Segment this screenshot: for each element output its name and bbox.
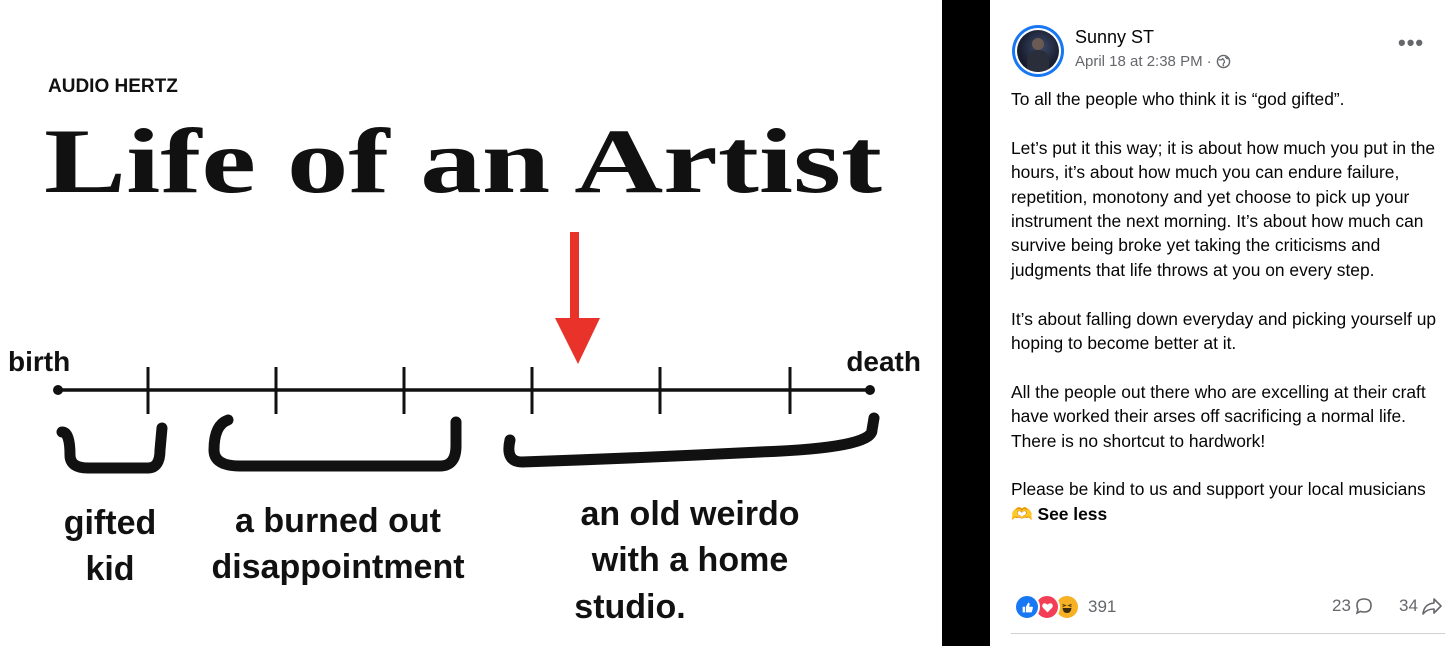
reactions-summary[interactable]: 391	[1014, 594, 1116, 620]
post-meta: April 18 at 2:38 PM ·	[1075, 53, 1231, 70]
group-label-line: kid	[85, 550, 134, 588]
timeline-end-dot	[865, 385, 875, 395]
timeline	[53, 367, 875, 414]
divider	[942, 0, 990, 646]
group-label-line: an old weirdo	[580, 495, 799, 533]
meta-separator: ·	[1206, 53, 1212, 70]
divider-line	[1011, 633, 1445, 634]
post-paragraph: Please be kind to us and support your lo…	[1011, 479, 1426, 500]
group-label-line: gifted	[64, 504, 157, 542]
like-icon	[1014, 594, 1040, 620]
avatar-photo	[1017, 30, 1059, 72]
timeline-start-dot	[53, 385, 63, 395]
avatar[interactable]	[1012, 25, 1064, 77]
group-label-line: studio.	[574, 588, 685, 626]
meme-title: Life of an Artist	[44, 110, 882, 212]
bracket-old-weirdo	[503, 412, 880, 468]
timeline-start-label: birth	[8, 346, 70, 377]
brackets	[56, 412, 880, 474]
meme-image[interactable]: AUDIO HERTZ Life of an Artist birth deat…	[0, 0, 942, 646]
globe-icon[interactable]	[1216, 54, 1231, 69]
post-paragraph-last: Please be kind to us and support your lo…	[1011, 477, 1451, 526]
facebook-post: Sunny ST April 18 at 2:38 PM · ••• To al…	[990, 0, 1456, 646]
post-date[interactable]: April 18 at 2:38 PM	[1075, 53, 1203, 70]
post-paragraph: Let’s put it this way; it is about how m…	[1011, 137, 1436, 280]
group-label-line: a burned out	[235, 502, 441, 540]
comment-icon	[1355, 598, 1372, 615]
comments-count-button[interactable]: 23	[1332, 596, 1374, 616]
reaction-count: 391	[1088, 597, 1117, 616]
bracket-gifted-kid	[56, 422, 168, 474]
comments-count: 23	[1332, 596, 1351, 615]
group-label-line: disappointment	[211, 548, 464, 586]
see-less-button[interactable]: See less	[1038, 504, 1108, 524]
group-label-line: with a home	[591, 541, 788, 579]
author-name[interactable]: Sunny ST	[1075, 27, 1154, 48]
timeline-end-label: death	[846, 346, 921, 377]
bracket-burned-out	[208, 414, 462, 472]
heart-hands-emoji: 🫶	[1011, 503, 1033, 524]
post-paragraph: It’s about falling down everyday and pic…	[1011, 308, 1437, 354]
group-labels: gifted kid a burned out disappointment a…	[64, 495, 800, 626]
share-icon	[1422, 598, 1442, 615]
post-paragraph: All the people out there who are excelli…	[1011, 381, 1426, 451]
post-body: To all the people who think it is “god g…	[1011, 87, 1451, 551]
shares-count: 34	[1399, 596, 1418, 615]
more-options-button[interactable]: •••	[1398, 32, 1424, 54]
red-arrow-icon	[555, 232, 600, 364]
shares-count-button[interactable]: 34	[1399, 596, 1443, 616]
post-paragraph: To all the people who think it is “god g…	[1011, 89, 1345, 109]
meme-watermark: AUDIO HERTZ	[48, 76, 178, 97]
meme-graphic: AUDIO HERTZ Life of an Artist birth deat…	[8, 76, 921, 626]
